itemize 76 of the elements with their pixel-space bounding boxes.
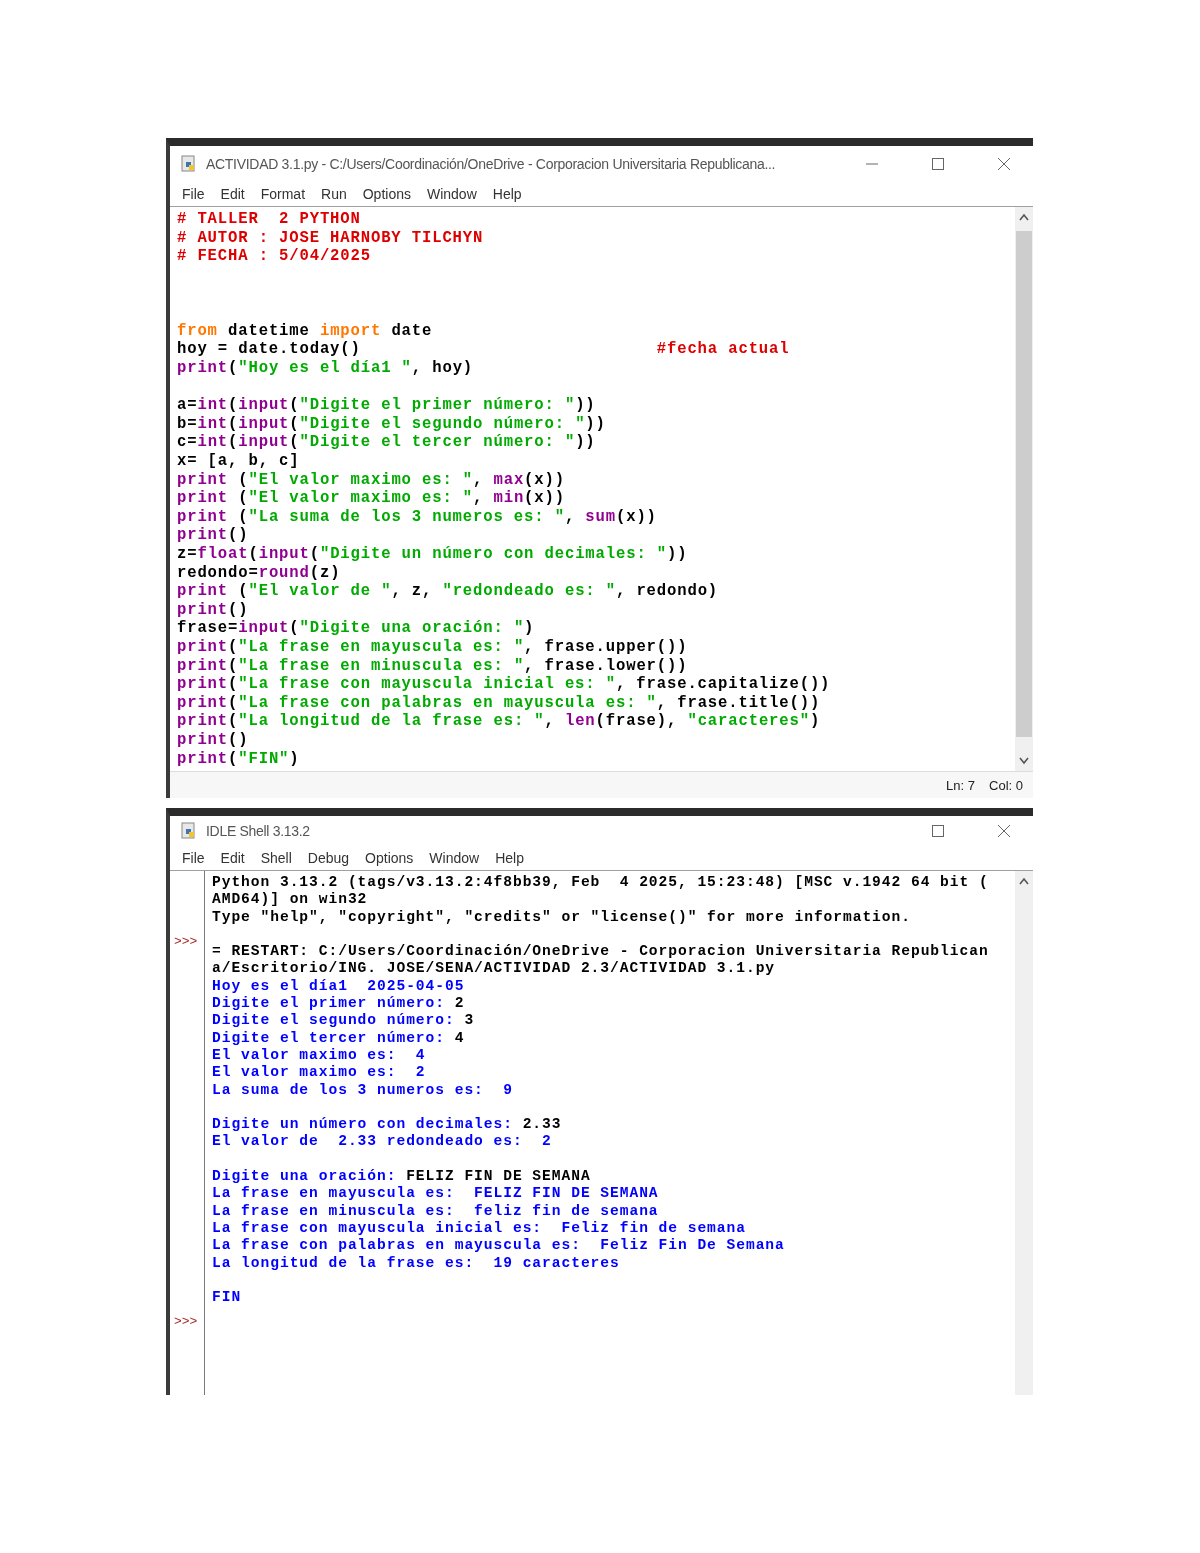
code-line: Digite el tercer número: 4 — [212, 1029, 466, 1047]
code-line: print("La frase en minuscula es: ", frase.lower()) — [177, 656, 689, 676]
shell-prompt: >>> — [173, 1314, 198, 1330]
code-line: print("La frase con mayuscula inicial es: ", frase.capitalize()) — [177, 675, 832, 694]
code-line: print("La longitud de la frase es: ", len(frase), "caracteres") — [177, 712, 822, 732]
menu-item[interactable]: File — [174, 850, 213, 866]
code-line: a=int(input("Digite el primer número: ")) — [177, 396, 597, 415]
column-indicator: Col: 0 — [989, 777, 1023, 793]
code-line: print("FIN") — [177, 749, 301, 769]
code-line: Digite un número con decimales: 2.33 — [212, 1116, 563, 1134]
code-line: print ("El valor de ", z, "redondeado es: ", redondo) — [177, 582, 720, 601]
menu-item[interactable]: Run — [313, 186, 355, 202]
code-line: Hoy es el día1 2025-04-05 — [212, 977, 466, 996]
menu-item[interactable]: Format — [252, 186, 314, 202]
window-title: ACTIVIDAD 3.1.py - C:/Users/Coordinación/OneDrive - Corporacion Universitaria Republicana... — [206, 156, 777, 172]
code-line: print ("El valor maximo es: ", max(x)) — [177, 470, 566, 490]
menu-item[interactable]: Window — [421, 850, 488, 866]
code-line: # FECHA : 5/04/2025 — [177, 247, 372, 266]
code-line: redondo=round(z) — [177, 563, 342, 583]
code-line: print("La frase en mayuscula es: ", frase.upper()) — [177, 638, 689, 657]
code-line: print ("La suma de los 3 numeros es: ", sum(x)) — [177, 507, 658, 527]
minimize-icon — [866, 163, 878, 165]
line-indicator: Ln: 7 — [946, 777, 976, 793]
menu-item[interactable]: Help — [484, 186, 530, 202]
close-icon — [998, 158, 1010, 170]
code-line: = RESTART: C:/Users/Coordinación/OneDrive - Corporacion Universitaria Republican — [212, 943, 990, 961]
code-line: frase=input("Digite una oración: ") — [177, 619, 536, 638]
code-line: print ("El valor maximo es: ", min(x)) — [177, 489, 566, 508]
shell-prompt: >>> — [173, 933, 198, 949]
close-icon — [998, 825, 1010, 837]
code-line: print() — [177, 600, 250, 620]
scrollbar[interactable] — [1015, 871, 1033, 1395]
code-line: Digite una oración: FELIZ FIN DE SEMANA — [212, 1168, 592, 1186]
code-line: Type "help", "copyright", "credits" or "license()" for more information. — [212, 908, 912, 926]
code-line: print() — [177, 526, 250, 545]
code-line: # TALLER 2 PYTHON — [177, 210, 362, 229]
code-line: Digite el primer número: 2 — [212, 995, 466, 1013]
menu-item[interactable]: Options — [354, 186, 419, 202]
code-line: print() — [177, 731, 250, 750]
python-file-icon — [180, 822, 198, 840]
code-line: hoy = date.today() #fecha actual — [177, 340, 791, 359]
menu-item[interactable]: Edit — [212, 850, 253, 866]
scrollbar[interactable] — [1015, 207, 1033, 771]
menu-item[interactable]: Help — [487, 850, 532, 866]
code-line: La suma de los 3 numeros es: 9 — [212, 1081, 514, 1099]
code-line: # AUTOR : JOSE HARNOBY TILCHYN — [177, 228, 485, 248]
menu-item[interactable]: Window — [418, 186, 485, 202]
code-line: Python 3.13.2 (tags/v3.13.2:4f8bb39, Feb 4 2025, 15:23:48) [MSC v.1942 64 bit ( — [212, 874, 990, 892]
code-line: La frase con palabras en mayuscula es: Feliz Fin De Semana — [212, 1237, 786, 1255]
code-line: z=float(input("Digite un número con decimales: ")) — [177, 544, 689, 564]
menu-item[interactable]: File — [174, 186, 213, 202]
code-line: La frase con mayuscula inicial es: Feliz fin de semana — [212, 1219, 747, 1238]
code-line: c=int(input("Digite el tercer número: ")) — [177, 433, 597, 452]
code-line: print("La frase con palabras en mayuscula es: ", frase.title()) — [177, 693, 822, 713]
maximize-icon — [932, 158, 944, 170]
code-line: b=int(input("Digite el segundo número: ")) — [177, 414, 607, 434]
code-line: El valor maximo es: 4 — [212, 1046, 427, 1065]
code-line: from datetime import date — [177, 321, 434, 341]
code-line: AMD64)] on win32 — [212, 891, 369, 909]
code-line: La frase en mayuscula es: FELIZ FIN DE SEMANA — [212, 1185, 660, 1203]
menu-item[interactable]: Shell — [252, 850, 300, 866]
code-line: x= [a, b, c] — [177, 451, 301, 471]
code-line: El valor de 2.33 redondeado es: 2 — [212, 1133, 553, 1151]
menu-item[interactable]: Edit — [212, 186, 253, 202]
window-title: IDLE Shell 3.13.2 — [206, 823, 311, 839]
code-line: El valor maximo es: 2 — [212, 1064, 427, 1082]
menu-item[interactable]: Options — [357, 850, 422, 866]
maximize-icon — [932, 825, 944, 837]
python-file-icon — [180, 155, 198, 173]
code-line: a/Escritorio/ING. JOSE/SENA/ACTIVIDAD 2.3/ACTIVIDAD 3.1.py — [212, 960, 777, 978]
code-line: La longitud de la frase es: 19 caracteres — [212, 1254, 621, 1272]
code-line: Digite el segundo número: 3 — [212, 1012, 476, 1030]
code-line: FIN — [212, 1289, 243, 1307]
code-line: print("Hoy es el día1 ", hoy) — [177, 358, 475, 378]
code-line: La frase en minuscula es: feliz fin de semana — [212, 1202, 660, 1220]
menu-item[interactable]: Debug — [299, 850, 358, 866]
